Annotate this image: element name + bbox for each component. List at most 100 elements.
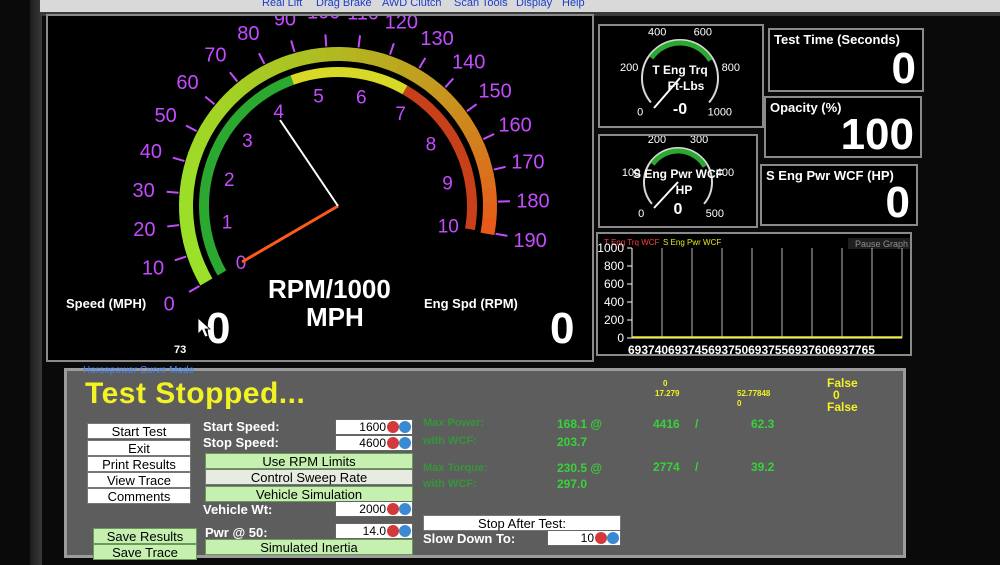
- increment-icon[interactable]: [399, 421, 411, 433]
- stop-after-test-button[interactable]: Stop After Test:: [423, 515, 621, 531]
- rpm-unit-label: RPM/1000: [268, 274, 391, 304]
- exit-button[interactable]: Exit: [87, 440, 191, 456]
- graph-y-tick-label: 800: [604, 259, 624, 273]
- with-wcf-torque-value: 297.0: [557, 477, 588, 491]
- speed-tick-label: 170: [511, 152, 544, 174]
- test-time-title: Test Time (Seconds): [774, 32, 900, 47]
- rpm-tick-label: 4: [273, 102, 284, 123]
- control-sweep-rate-button[interactable]: Control Sweep Rate: [205, 469, 413, 485]
- speed-arc-segment: [253, 63, 275, 84]
- speed-tick: [185, 124, 198, 133]
- decrement-icon[interactable]: [595, 532, 607, 544]
- start-speed-value[interactable]: 1600: [359, 420, 386, 435]
- stop-speed-value[interactable]: 4600: [359, 436, 386, 451]
- menu-help[interactable]: Help: [562, 0, 585, 9]
- rpm-tick-label: 8: [426, 134, 437, 155]
- view-trace-button[interactable]: View Trace: [87, 472, 191, 488]
- speed-arc-segment: [381, 54, 402, 74]
- comments-button[interactable]: Comments: [87, 488, 191, 504]
- speed-arc-segment: [340, 47, 358, 63]
- speed-tick-label: 120: [385, 16, 418, 34]
- misc-value-52: 52.77848: [737, 389, 771, 398]
- gauge-tick-label: 600: [694, 26, 712, 38]
- increment-icon[interactable]: [607, 532, 619, 544]
- start-speed-input[interactable]: 1600: [335, 419, 413, 435]
- increment-icon[interactable]: [399, 503, 411, 515]
- slow-down-input[interactable]: 10: [547, 530, 621, 546]
- rpm-tick-label: 2: [224, 170, 235, 191]
- speed-arc-segment: [183, 238, 201, 258]
- speed-arc-segment: [193, 123, 214, 145]
- pwr-50-value[interactable]: 14.0: [363, 524, 386, 539]
- speed-tick: [188, 285, 200, 293]
- decrement-icon[interactable]: [387, 503, 399, 515]
- speed-arc-segment: [476, 158, 494, 178]
- vehicle-wt-input[interactable]: 2000: [335, 501, 413, 517]
- decrement-icon[interactable]: [387, 421, 399, 433]
- gauge-tick-label: 200: [648, 136, 666, 146]
- mph-unit-label: MPH: [306, 302, 364, 332]
- max-power-label: Max Power:: [423, 417, 485, 429]
- power-gauge-svg: 0100200 300400500S Eng Pwr WCFHP0: [622, 136, 734, 220]
- vehicle-wt-value[interactable]: 2000: [359, 502, 386, 517]
- speed-tick-label: 130: [420, 28, 453, 50]
- speed-tick: [466, 103, 478, 113]
- menu-scan-tools[interactable]: Scan Tools: [454, 0, 508, 9]
- gauge-value: 0: [674, 201, 683, 218]
- rpm-tick-label: 9: [442, 174, 453, 195]
- eng-pwr-wcf-box: S Eng Pwr WCF (HP) 0: [760, 164, 918, 226]
- power-gauge: 0 100 200 300 400 500 S Eng Pwr WCF HP 0: [598, 134, 758, 228]
- speed-tick-label: 40: [140, 141, 162, 163]
- misc-zero-2: 0: [737, 399, 742, 408]
- menu-real-lift[interactable]: Real Lift: [262, 0, 302, 9]
- speed-tick-label: 110: [347, 16, 379, 25]
- print-results-button[interactable]: Print Results: [87, 456, 191, 472]
- speed-tick: [204, 95, 216, 106]
- decrement-icon[interactable]: [387, 525, 399, 537]
- speed-tick: [324, 34, 328, 47]
- decrement-icon[interactable]: [387, 437, 399, 449]
- use-rpm-limits-button[interactable]: Use RPM Limits: [205, 453, 413, 469]
- monitor-bezel-left: [30, 0, 42, 565]
- speed-tick: [482, 133, 495, 140]
- legend-eng-pwr: S Eng Pwr WCF: [663, 238, 721, 247]
- max-torque-label: Max Torque:: [423, 462, 488, 474]
- rpm-tick-label: 7: [395, 104, 406, 125]
- stop-speed-input[interactable]: 4600: [335, 435, 413, 451]
- slow-down-value[interactable]: 10: [581, 531, 594, 546]
- eng-spd-label: Eng Spd (RPM): [424, 296, 518, 311]
- menu-awd-clutch[interactable]: AWD Clutch: [382, 0, 442, 9]
- speed-tick-label: 160: [498, 114, 531, 136]
- graph-x-axis-label: 6937406937456937506937556937606937765: [628, 343, 875, 356]
- increment-icon[interactable]: [399, 525, 411, 537]
- speed-arc-segment: [368, 50, 388, 69]
- save-results-button[interactable]: Save Results: [93, 528, 197, 544]
- pause-graph-label[interactable]: Pause Graph: [855, 239, 908, 249]
- rpm-needle: [241, 204, 339, 264]
- speed-tick: [418, 57, 427, 69]
- save-trace-button[interactable]: Save Trace: [93, 544, 197, 560]
- vehicle-simulation-button[interactable]: Vehicle Simulation: [205, 486, 413, 502]
- trend-graph-svg: Pause Graph T Eng Trq WCF S Eng Pwr WCF …: [598, 238, 910, 356]
- gauge-tick-label: 0: [638, 208, 644, 220]
- speed-tick-label: 70: [204, 44, 226, 66]
- simulated-inertia-button[interactable]: Simulated Inertia: [205, 539, 413, 555]
- speed-arc-segment: [187, 251, 207, 272]
- cursor-readout: 73: [174, 344, 187, 356]
- misc-false-2: False: [827, 400, 858, 414]
- test-time-value: 0: [891, 44, 916, 92]
- speed-tick: [167, 224, 180, 228]
- increment-icon[interactable]: [399, 437, 411, 449]
- speed-arc-segment: [482, 188, 497, 205]
- speed-arc-segment: [482, 203, 497, 221]
- gauge-tick-label: 800: [722, 62, 740, 74]
- gauge-tick-label: 200: [620, 62, 638, 74]
- menu-drag-brake[interactable]: Drag Brake: [316, 0, 372, 9]
- speed-tick-label: 20: [133, 219, 155, 241]
- start-test-button[interactable]: Start Test: [87, 423, 191, 439]
- with-wcf-power-label: with WCF:: [423, 435, 477, 447]
- gauge-value: -0: [673, 101, 687, 118]
- misc-false-1: False: [827, 376, 858, 390]
- menu-display[interactable]: Display: [516, 0, 552, 9]
- pwr-50-input[interactable]: 14.0: [335, 523, 413, 539]
